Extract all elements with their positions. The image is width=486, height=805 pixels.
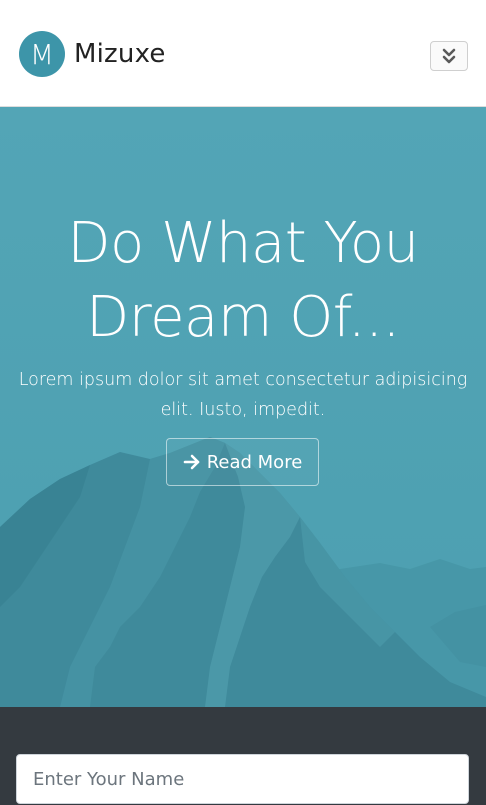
- read-more-label: Read More: [206, 451, 303, 473]
- name-input[interactable]: [16, 754, 469, 804]
- hero-title: Do What You Dream Of...: [0, 207, 486, 355]
- signup-section: [0, 707, 486, 805]
- hero-section: Do What You Dream Of... Lorem ipsum dolo…: [0, 107, 486, 707]
- brand-name: Mizuxe: [74, 39, 166, 69]
- navbar: M Mizuxe: [0, 0, 486, 107]
- brand-logo: M: [19, 31, 65, 77]
- hero-description-line-2: elit. Iusto, impedit.: [160, 400, 326, 420]
- arrow-right-icon: [183, 454, 200, 470]
- brand-link[interactable]: M Mizuxe: [19, 31, 166, 77]
- hero-title-line-1: Do What You: [67, 211, 419, 276]
- navbar-toggle-button[interactable]: [430, 41, 468, 71]
- hero-title-line-2: Dream Of...: [86, 285, 400, 350]
- chevron-double-down-icon: [442, 48, 456, 64]
- read-more-button[interactable]: Read More: [166, 438, 319, 486]
- hero-description-line-1: Lorem ipsum dolor sit amet consectetur a…: [18, 370, 468, 390]
- hero-description: Lorem ipsum dolor sit amet consectetur a…: [18, 365, 468, 425]
